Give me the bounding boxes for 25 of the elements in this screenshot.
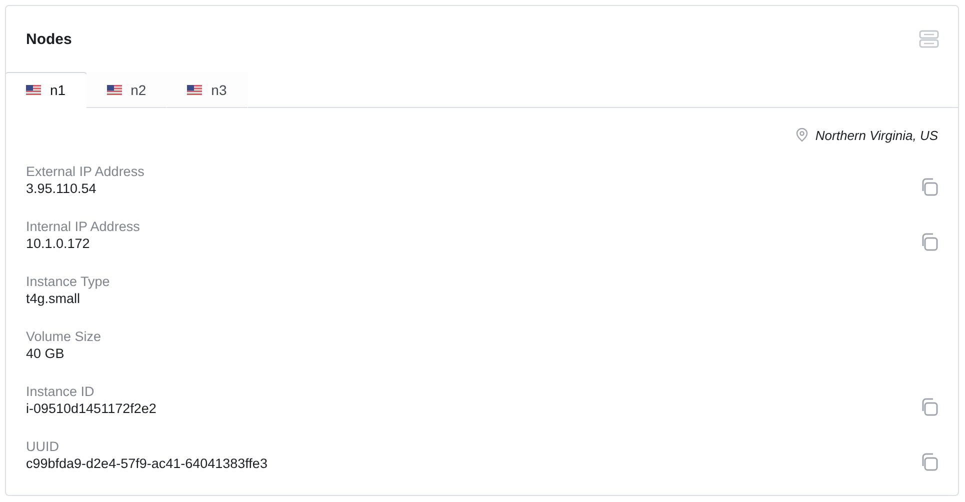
- field-label: External IP Address: [26, 164, 144, 179]
- field-label: UUID: [26, 439, 60, 454]
- copy-icon[interactable]: [920, 398, 938, 416]
- location-text: Northern Virginia, US: [815, 128, 938, 142]
- flag-icon: [106, 85, 122, 95]
- node-tab[interactable]: n1: [6, 72, 87, 108]
- field-value: i-09510d1451172f2e2: [26, 401, 156, 416]
- copy-icon[interactable]: [920, 178, 938, 196]
- field-value: 40 GB: [26, 346, 66, 361]
- field-label: Internal IP Address: [26, 219, 140, 234]
- field-label: Instance Type: [26, 274, 110, 289]
- location-pin-icon: [796, 128, 808, 142]
- field-value: 10.1.0.172: [26, 236, 91, 251]
- copy-icon[interactable]: [920, 453, 938, 471]
- field-value: t4g.small: [26, 291, 82, 306]
- field-label: Instance ID: [26, 384, 96, 399]
- field-value: 3.95.110.54: [26, 181, 98, 196]
- copy-icon[interactable]: [920, 233, 938, 251]
- field-value: c99bfda9-d2e4-57f9-ac41-64041383ffe3: [26, 456, 268, 471]
- flag-icon: [26, 85, 41, 95]
- node-tab[interactable]: n2: [86, 72, 168, 108]
- card-title: Nodes: [26, 30, 72, 48]
- field-label: Volume Size: [26, 329, 102, 344]
- flag-icon: [187, 85, 202, 95]
- server-icon[interactable]: [919, 30, 939, 48]
